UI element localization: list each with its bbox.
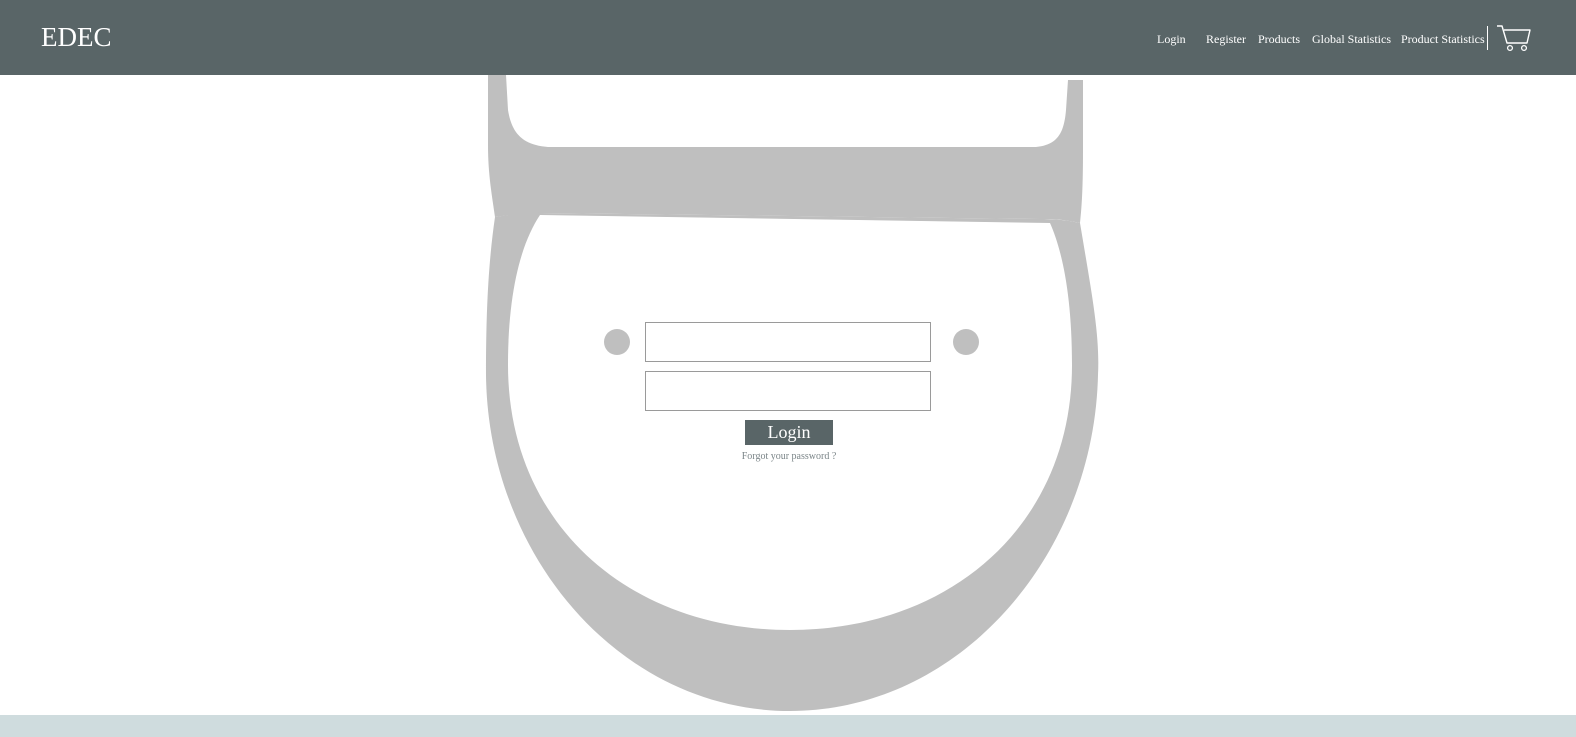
password-input[interactable] bbox=[645, 371, 931, 411]
top-navbar: EDEC Login Register Products Global Stat… bbox=[0, 0, 1576, 75]
username-input[interactable] bbox=[645, 322, 931, 362]
login-button[interactable]: Login bbox=[745, 420, 833, 445]
nav-login-link[interactable]: Login bbox=[1157, 32, 1186, 46]
footer-bar bbox=[0, 715, 1576, 737]
nav-divider bbox=[1487, 26, 1488, 50]
nav-global-statistics-link[interactable]: Global Statistics bbox=[1312, 32, 1391, 46]
brand-logo-text[interactable]: EDEC bbox=[41, 20, 112, 54]
shopping-cart-icon[interactable] bbox=[1496, 23, 1532, 53]
nav-products-link[interactable]: Products bbox=[1258, 32, 1300, 46]
forgot-password-link[interactable]: Forgot your password ? bbox=[645, 450, 933, 464]
nav-product-statistics-link[interactable]: Product Statistics bbox=[1401, 32, 1485, 46]
nav-register-link[interactable]: Register bbox=[1206, 32, 1246, 46]
